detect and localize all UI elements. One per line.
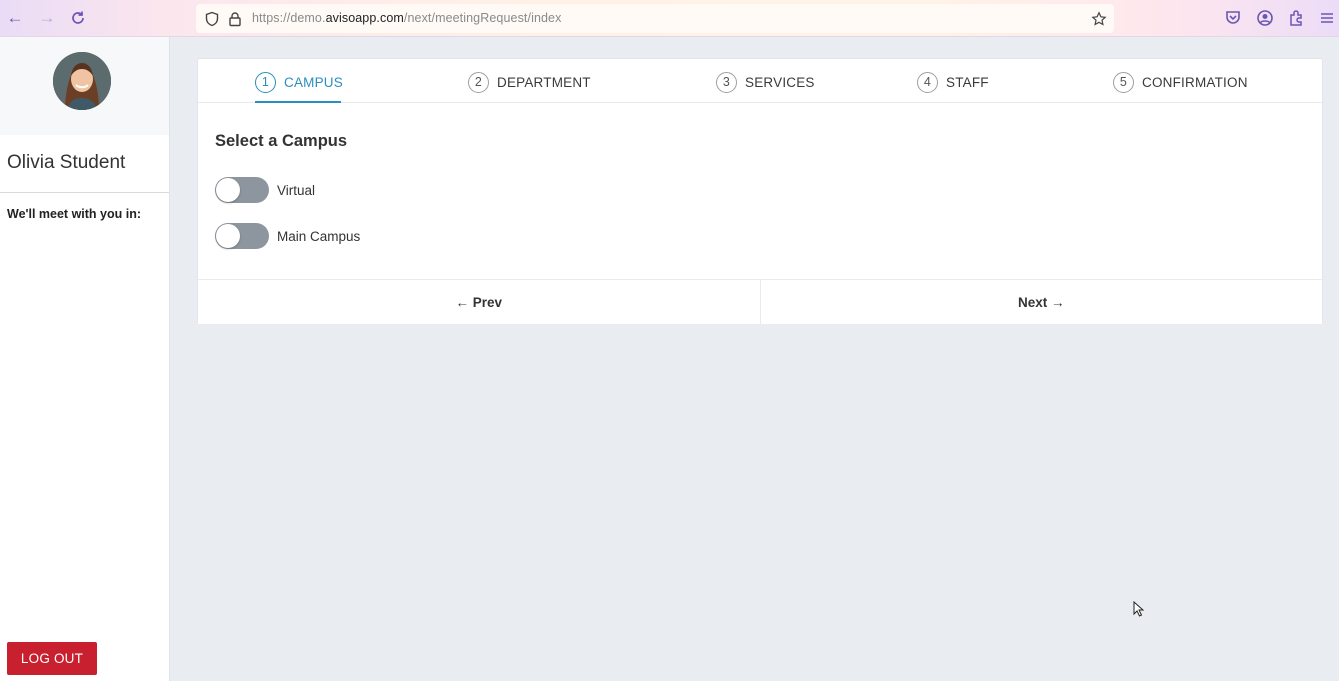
toggle-knob [216, 224, 240, 248]
forward-arrow-icon[interactable]: → [37, 8, 57, 28]
profile-header [0, 37, 169, 135]
step-label: STAFF [946, 74, 989, 90]
step-number: 3 [716, 71, 737, 93]
step-label: CONFIRMATION [1142, 74, 1248, 90]
sidebar-divider [0, 192, 169, 193]
step-services[interactable]: 3 SERVICES [716, 71, 815, 93]
prev-button[interactable]: ← Prev [198, 280, 761, 324]
card-footer: ← Prev Next → [198, 279, 1322, 324]
step-confirmation[interactable]: 5 CONFIRMATION [1113, 71, 1248, 93]
extensions-icon[interactable] [1287, 9, 1305, 27]
address-bar[interactable]: https://demo.avisoapp.com/next/meetingRe… [196, 4, 1114, 33]
star-icon[interactable] [1091, 11, 1107, 27]
user-name: Olivia Student [7, 152, 126, 173]
toggle-switch[interactable] [215, 177, 269, 203]
option-label: Main Campus [277, 228, 361, 244]
step-number: 5 [1113, 71, 1134, 93]
option-label: Virtual [277, 182, 316, 198]
mouse-cursor-icon [1133, 601, 1145, 617]
avatar [53, 52, 111, 110]
next-button[interactable]: Next → [760, 280, 1322, 324]
back-arrow-icon[interactable]: ← [5, 8, 25, 28]
pocket-icon[interactable] [1224, 9, 1242, 27]
meet-label: We'll meet with you in: [7, 207, 142, 221]
meeting-request-card: 1 CAMPUS 2 DEPARTMENT 3 SERVICES 4 STAFF… [197, 58, 1323, 324]
step-department[interactable]: 2 DEPARTMENT [468, 71, 591, 93]
account-icon[interactable] [1256, 9, 1274, 27]
step-label: DEPARTMENT [497, 74, 591, 90]
step-label: CAMPUS [284, 74, 343, 90]
url-prefix: https://demo. [252, 11, 326, 25]
step-staff[interactable]: 4 STAFF [917, 71, 989, 93]
sidebar: Olivia Student We'll meet with you in: L… [0, 37, 170, 681]
step-number: 4 [917, 71, 938, 93]
url-domain: avisoapp.com [325, 11, 404, 25]
section-title: Select a Campus [215, 132, 348, 150]
active-step-underline [255, 101, 341, 103]
toggle-switch[interactable] [215, 223, 269, 249]
url-text[interactable]: https://demo.avisoapp.com/next/meetingRe… [252, 11, 561, 25]
step-campus[interactable]: 1 CAMPUS [255, 71, 343, 93]
menu-icon[interactable] [1318, 9, 1336, 27]
step-indicator: 1 CAMPUS 2 DEPARTMENT 3 SERVICES 4 STAFF… [198, 59, 1322, 103]
step-number: 2 [468, 71, 489, 93]
shield-icon[interactable] [204, 11, 220, 27]
browser-toolbar: ← → https://demo.avisoapp.com/next/meeti… [0, 0, 1339, 37]
reload-icon[interactable] [68, 8, 88, 28]
step-number: 1 [255, 71, 276, 93]
campus-option-main: Main Campus [215, 223, 360, 249]
url-path: /next/meetingRequest/index [403, 11, 562, 25]
toggle-knob [216, 178, 240, 202]
logout-button[interactable]: LOG OUT [7, 642, 97, 675]
campus-option-virtual: Virtual [215, 177, 315, 203]
lock-icon[interactable] [227, 11, 243, 27]
step-label: SERVICES [745, 74, 815, 90]
